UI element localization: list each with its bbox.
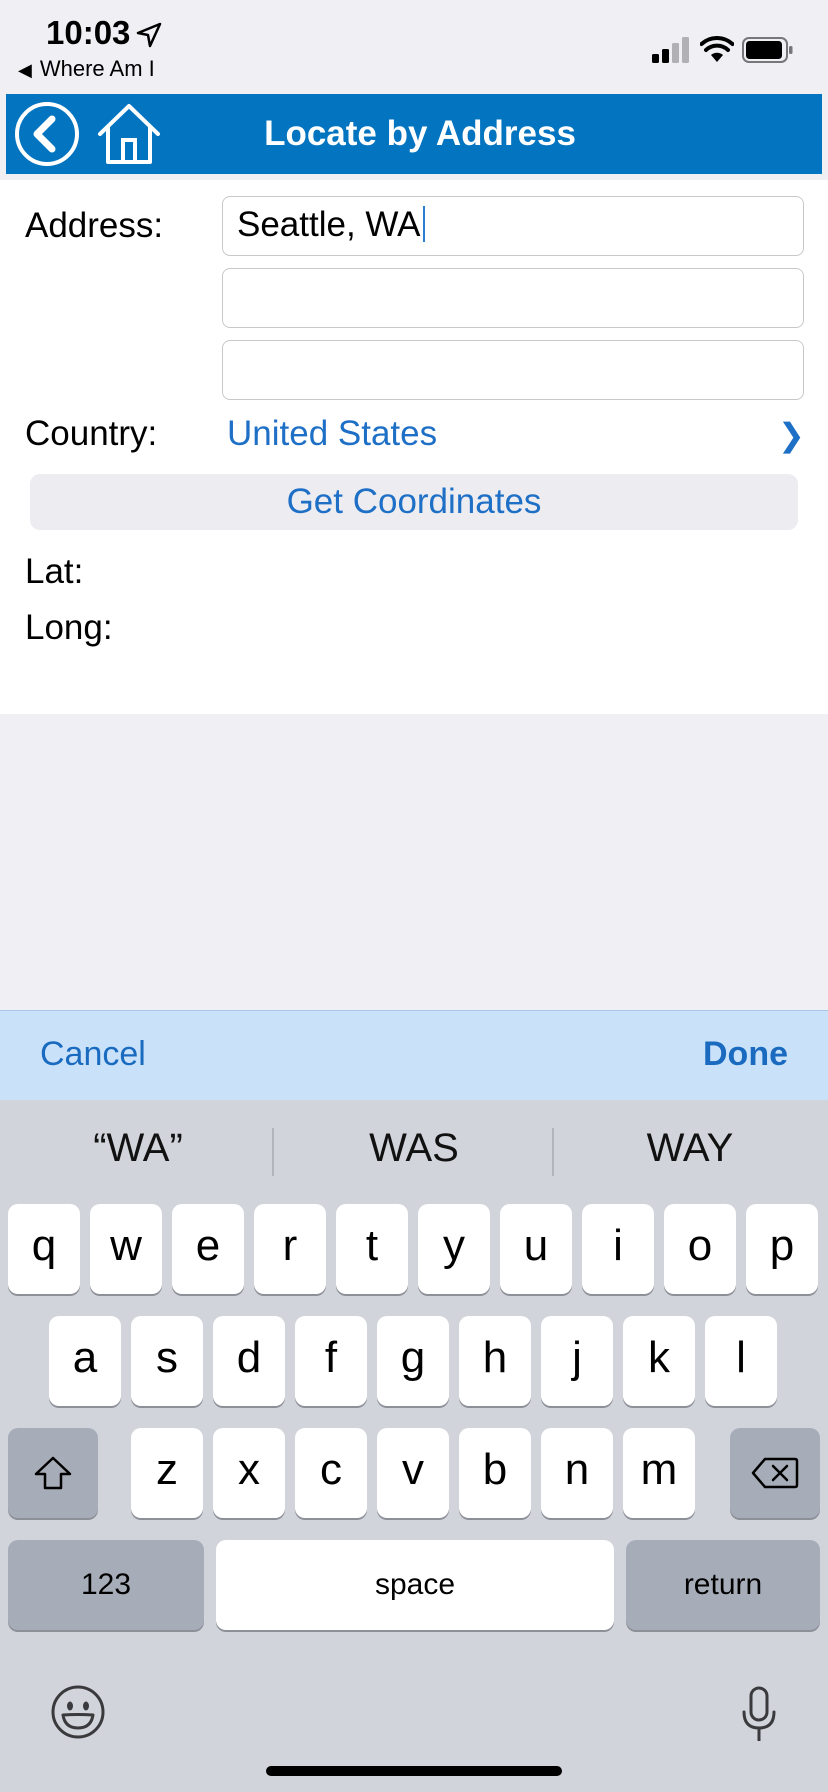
get-coordinates-button[interactable]: Get Coordinates [30, 474, 798, 530]
long-label: Long: [25, 608, 113, 647]
key-w[interactable]: w [90, 1204, 162, 1294]
key-z[interactable]: z [131, 1428, 203, 1518]
numbers-key[interactable]: 123 [8, 1540, 204, 1630]
cellular-signal-icon [652, 37, 689, 63]
key-h[interactable]: h [459, 1316, 531, 1406]
key-i[interactable]: i [582, 1204, 654, 1294]
done-button[interactable]: Done [703, 1035, 788, 1074]
key-c[interactable]: c [295, 1428, 367, 1518]
key-e[interactable]: e [172, 1204, 244, 1294]
nav-bar: Locate by Address [6, 94, 822, 174]
back-button[interactable] [14, 101, 80, 167]
microphone-icon[interactable] [740, 1686, 778, 1744]
shift-arrow-icon [34, 1456, 72, 1490]
suggestion-2[interactable]: WAS [276, 1126, 552, 1171]
battery-icon [742, 37, 793, 63]
address-line1-field[interactable]: Seattle, WA [222, 196, 804, 256]
keyboard: “WA” WAS WAY q w e r t y u i o p a s d f… [0, 1100, 828, 1792]
key-q[interactable]: q [8, 1204, 80, 1294]
address-form: Address: Seattle, WA Country: United Sta… [0, 180, 828, 714]
key-a[interactable]: a [49, 1316, 121, 1406]
suggestion-1[interactable]: “WA” [0, 1126, 276, 1171]
key-y[interactable]: y [418, 1204, 490, 1294]
key-k[interactable]: k [623, 1316, 695, 1406]
keyboard-toolbar: Cancel Done [0, 1010, 828, 1100]
shift-key[interactable] [8, 1428, 98, 1518]
chevron-right-icon[interactable]: ❯ [778, 416, 805, 454]
country-label: Country: [25, 414, 158, 453]
back-app-label: Where Am I [39, 56, 155, 81]
back-to-app-link[interactable]: ◀ Where Am I [18, 56, 155, 82]
home-button[interactable] [94, 98, 164, 168]
key-v[interactable]: v [377, 1428, 449, 1518]
wifi-icon [700, 36, 734, 62]
address-line2-field[interactable] [222, 268, 804, 328]
key-b[interactable]: b [459, 1428, 531, 1518]
key-t[interactable]: t [336, 1204, 408, 1294]
predictive-bar: “WA” WAS WAY [0, 1100, 828, 1196]
address-line3-field[interactable] [222, 340, 804, 400]
key-l[interactable]: l [705, 1316, 777, 1406]
key-r[interactable]: r [254, 1204, 326, 1294]
key-f[interactable]: f [295, 1316, 367, 1406]
key-o[interactable]: o [664, 1204, 736, 1294]
key-s[interactable]: s [131, 1316, 203, 1406]
key-u[interactable]: u [500, 1204, 572, 1294]
address-label: Address: [25, 206, 164, 245]
backspace-icon [751, 1457, 799, 1489]
return-key[interactable]: return [626, 1540, 820, 1630]
suggestion-divider [272, 1128, 274, 1176]
status-bar: 10:03 ◀ Where Am I [0, 0, 828, 92]
suggestion-3[interactable]: WAY [552, 1126, 828, 1171]
country-selector[interactable]: United States [227, 414, 437, 454]
text-cursor [422, 206, 425, 242]
key-g[interactable]: g [377, 1316, 449, 1406]
home-indicator[interactable] [266, 1766, 562, 1776]
key-j[interactable]: j [541, 1316, 613, 1406]
status-time: 10:03 [46, 14, 131, 51]
key-d[interactable]: d [213, 1316, 285, 1406]
cancel-button[interactable]: Cancel [40, 1035, 146, 1074]
delete-key[interactable] [730, 1428, 820, 1518]
space-key[interactable]: space [216, 1540, 614, 1630]
key-p[interactable]: p [746, 1204, 818, 1294]
screen: 10:03 ◀ Where Am I Locate by Address Add… [0, 0, 828, 1792]
address-line1-value: Seattle, WA [237, 205, 425, 245]
emoji-icon[interactable] [48, 1682, 108, 1742]
key-m[interactable]: m [623, 1428, 695, 1518]
back-triangle-icon: ◀ [18, 60, 32, 80]
key-n[interactable]: n [541, 1428, 613, 1518]
key-x[interactable]: x [213, 1428, 285, 1518]
lat-label: Lat: [25, 552, 84, 591]
location-arrow-icon [136, 22, 162, 48]
